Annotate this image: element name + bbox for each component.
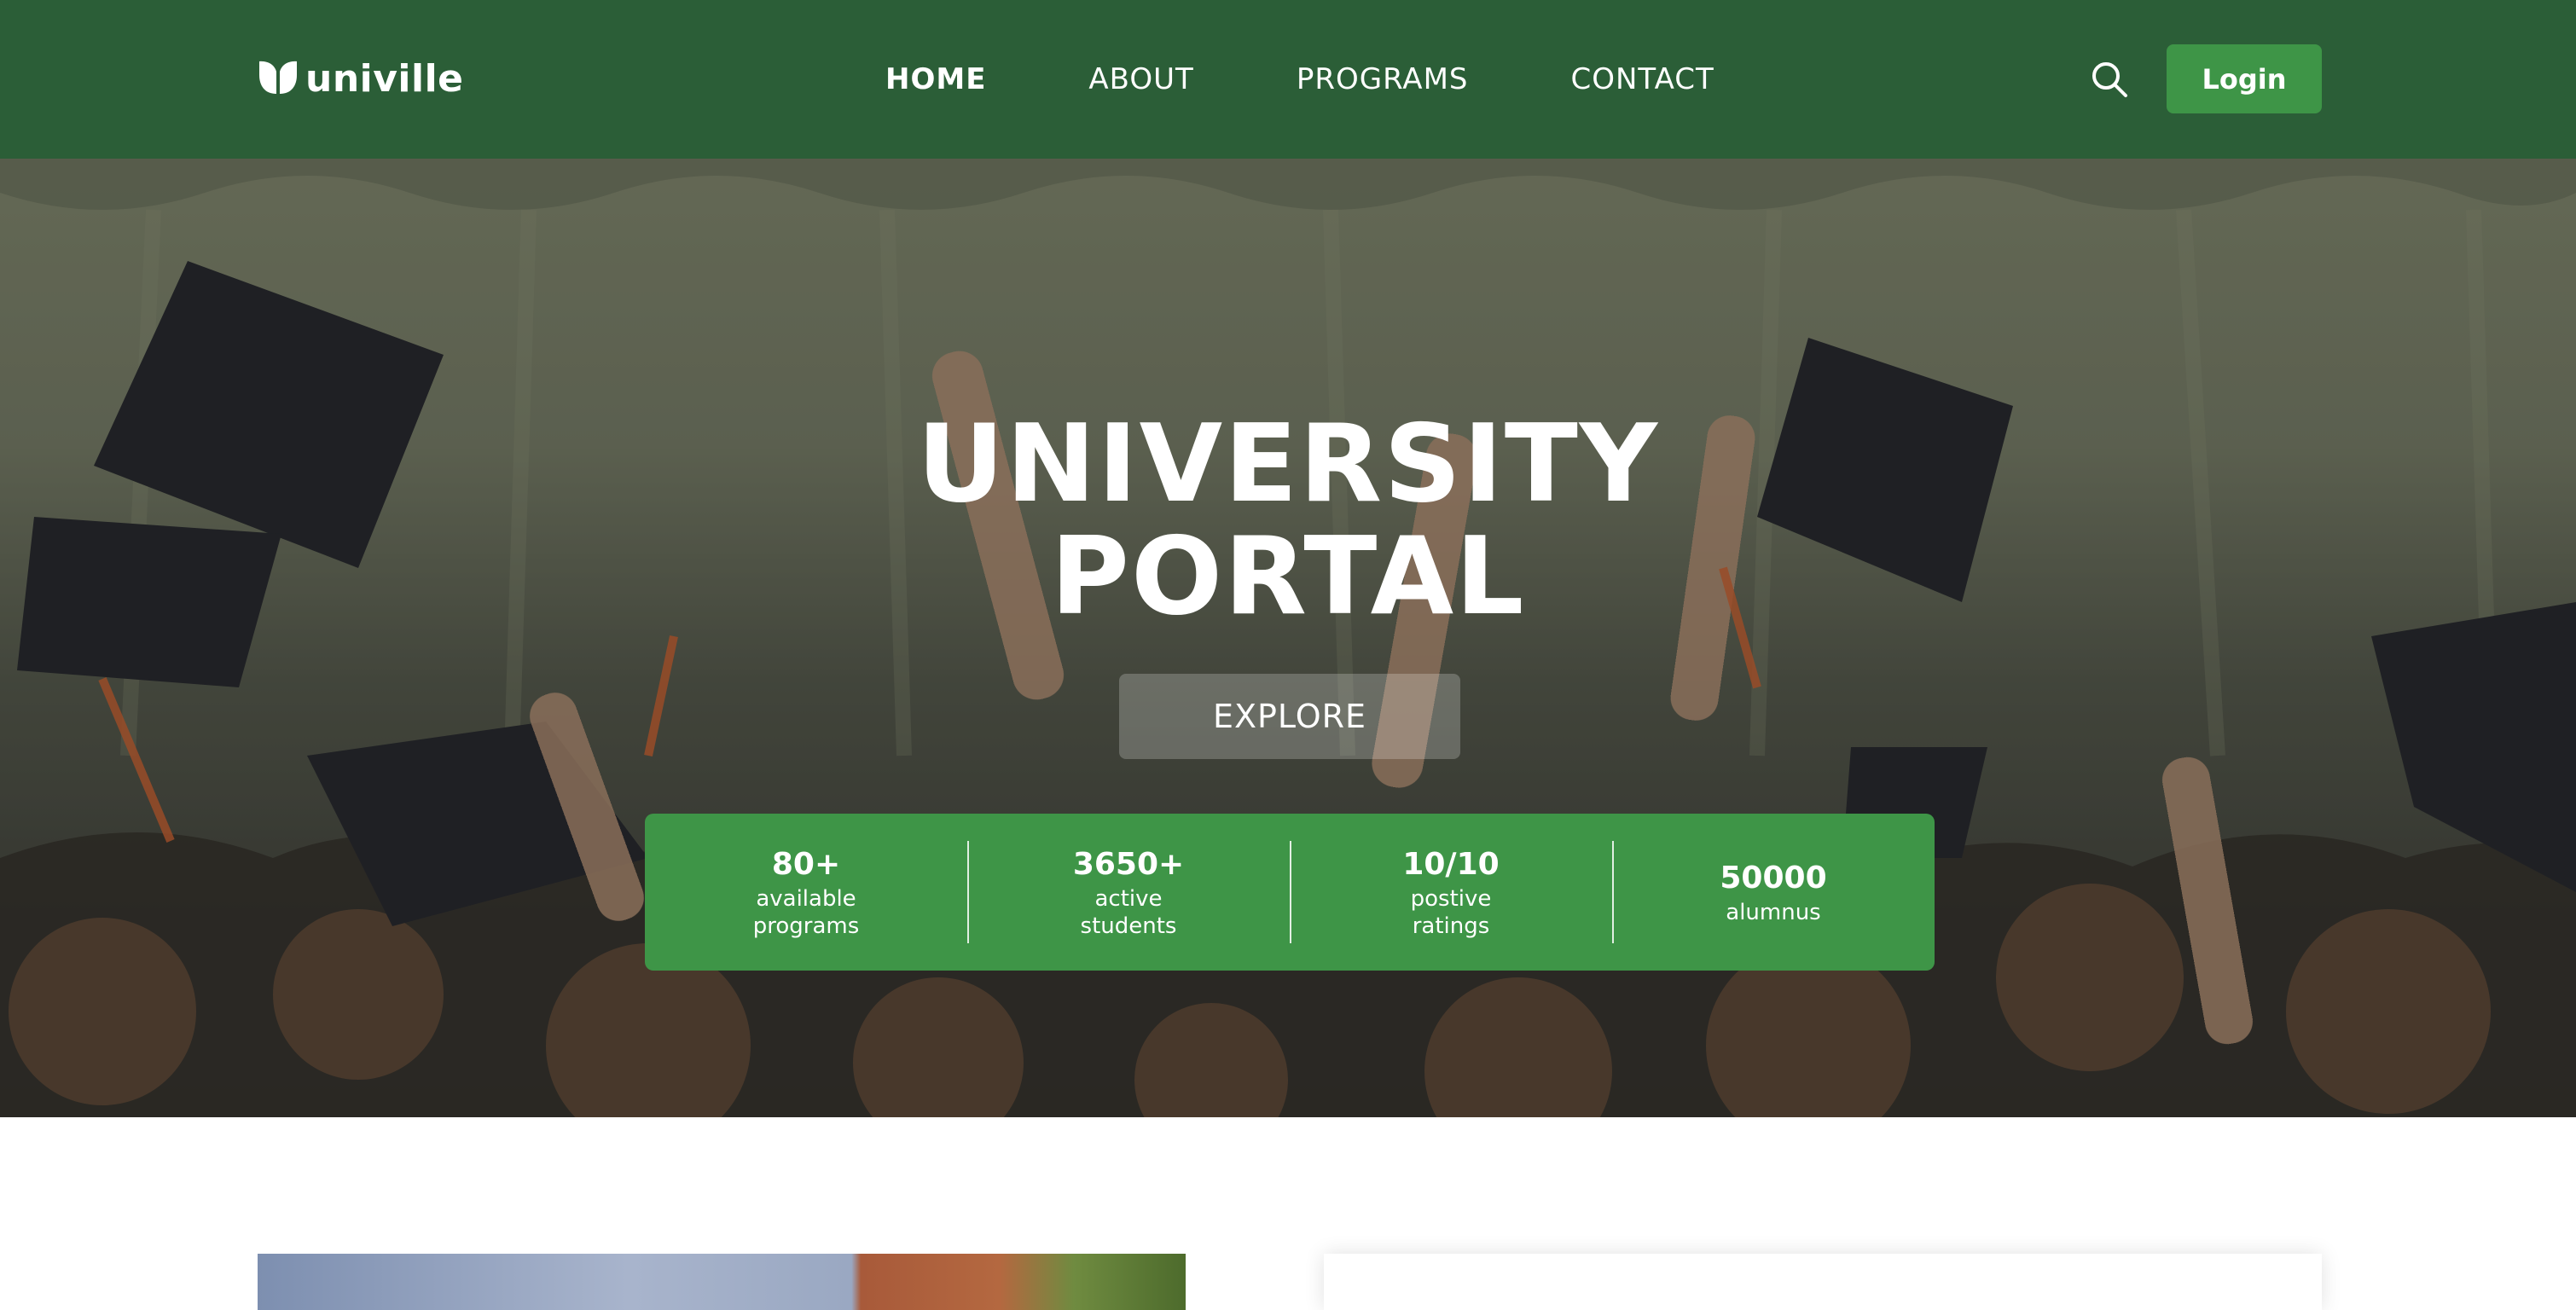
stat-programs: 80+ available programs	[645, 814, 967, 971]
content-card	[1324, 1254, 2322, 1310]
stat-value: 10/10	[1402, 847, 1500, 882]
nav-link-programs[interactable]: PROGRAMS	[1297, 62, 1469, 96]
stats-bar: 80+ available programs 3650+ active stud…	[645, 814, 1935, 971]
search-icon[interactable]	[2090, 60, 2129, 99]
hero-title-line1: UNIVERSITY	[916, 401, 1660, 526]
nav-link-about[interactable]: ABOUT	[1088, 62, 1193, 96]
stat-value: 50000	[1720, 861, 1827, 896]
stat-value: 3650+	[1072, 847, 1185, 882]
stat-students: 3650+ active students	[967, 814, 1290, 971]
campus-image	[258, 1254, 1186, 1310]
hero-title-line2: PORTAL	[1050, 513, 1526, 639]
login-button[interactable]: Login	[2167, 44, 2322, 113]
stat-label: active students	[1080, 886, 1177, 939]
stat-value: 80+	[771, 847, 841, 882]
nav-link-contact[interactable]: CONTACT	[1571, 62, 1714, 96]
stat-label: alumnus	[1726, 900, 1821, 925]
main-nav: HOME ABOUT PROGRAMS CONTACT	[885, 0, 1714, 159]
stat-label: postive ratings	[1410, 886, 1492, 939]
leaf-logo-icon	[259, 61, 297, 94]
explore-button[interactable]: EXPLORE	[1119, 674, 1460, 759]
stat-label: available programs	[752, 886, 860, 939]
brand-name: univille	[305, 56, 464, 101]
hero-title: UNIVERSITY PORTAL	[0, 408, 2576, 633]
stat-ratings: 10/10 postive ratings	[1290, 814, 1612, 971]
nav-link-home[interactable]: HOME	[885, 62, 986, 96]
hero-section: UNIVERSITY PORTAL EXPLORE 80+ available …	[0, 159, 2576, 1117]
stat-alumni: 50000 alumnus	[1612, 814, 1935, 971]
top-navbar: univille HOME ABOUT PROGRAMS CONTACT Log…	[0, 0, 2576, 159]
brand-logo[interactable]: univille	[256, 55, 464, 102]
